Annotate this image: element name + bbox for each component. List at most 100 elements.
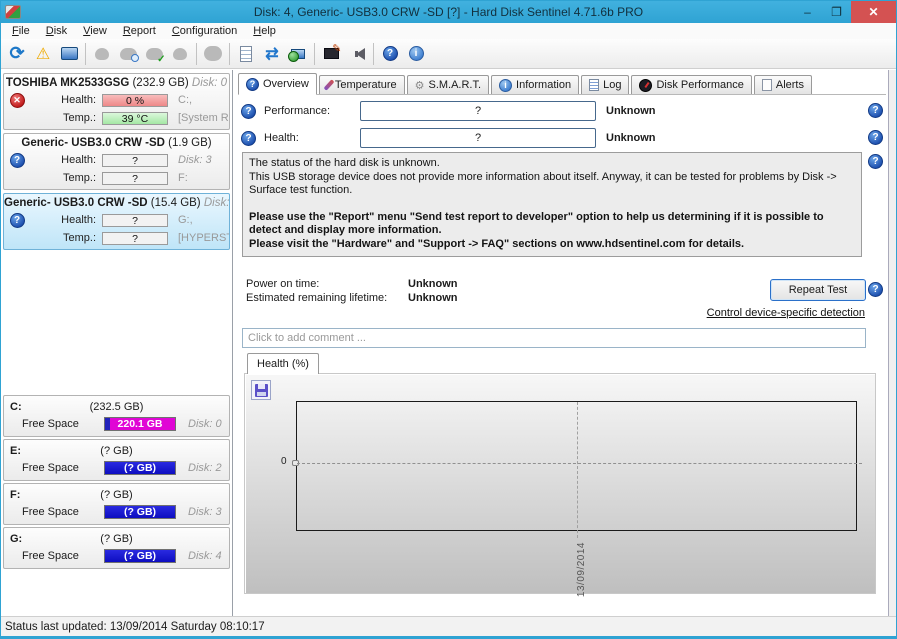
chart-tab-health[interactable]: Health (%) bbox=[247, 353, 319, 374]
save-chart-button[interactable] bbox=[251, 380, 271, 400]
drive-panel-f[interactable]: F: (? GB) Free Space (? GB) Disk: 3 bbox=[3, 483, 230, 525]
disk-unknown-icon bbox=[10, 153, 25, 168]
free-space-label: Free Space bbox=[22, 506, 104, 518]
menubar: File Disk View Report Configuration Help bbox=[1, 23, 896, 39]
disk-overview-icon[interactable] bbox=[56, 41, 82, 67]
temp-bar: ? bbox=[102, 232, 168, 245]
health-label: Health: bbox=[30, 214, 102, 226]
report-icon[interactable] bbox=[233, 41, 259, 67]
disk-sidebar: TOSHIBA MK2533GSG (232.9 GB) Disk: 0 Hea… bbox=[1, 70, 233, 616]
menu-file[interactable]: File bbox=[4, 23, 38, 39]
overview-icon bbox=[246, 78, 259, 91]
tab-temperature[interactable]: Temperature bbox=[319, 75, 405, 94]
app-window: Disk: 4, Generic- USB3.0 CRW -SD [?] - H… bbox=[0, 0, 897, 639]
health-bar: 0 % bbox=[102, 94, 168, 107]
drive-size: (? GB) bbox=[100, 531, 132, 547]
free-space-bar: (? GB) bbox=[104, 505, 176, 519]
repeat-test-help-icon[interactable] bbox=[868, 282, 883, 297]
sync-icon[interactable]: ⇄ bbox=[259, 41, 285, 67]
free-space-label: Free Space bbox=[22, 418, 104, 430]
titlebar: Disk: 4, Generic- USB3.0 CRW -SD [?] - H… bbox=[1, 1, 896, 23]
device-detection-link[interactable]: Control device-specific detection bbox=[707, 307, 865, 319]
drive-size: (? GB) bbox=[100, 487, 132, 503]
free-space-bar: 220.1 GB bbox=[104, 417, 176, 431]
health-help-icon[interactable] bbox=[241, 131, 256, 146]
health-status: Unknown bbox=[606, 132, 656, 144]
disk-error-icon bbox=[10, 93, 25, 108]
drive-letters: F: bbox=[172, 172, 229, 184]
network-icon[interactable] bbox=[285, 41, 311, 67]
thermometer-icon bbox=[323, 79, 334, 91]
temp-bar: 39 °C bbox=[102, 112, 168, 125]
menu-report[interactable]: Report bbox=[115, 23, 164, 39]
info-icon[interactable] bbox=[403, 41, 429, 67]
detect-disk-icon[interactable] bbox=[167, 41, 193, 67]
performance-label: Performance: bbox=[256, 105, 360, 117]
drive-panel-g[interactable]: G: (? GB) Free Space (? GB) Disk: 4 bbox=[3, 527, 230, 569]
health-value-box: ? bbox=[360, 128, 596, 148]
menu-help[interactable]: Help bbox=[245, 23, 284, 39]
tab-information[interactable]: Information bbox=[491, 75, 579, 94]
disk-ok-icon[interactable]: ✓ bbox=[141, 41, 167, 67]
drive-letter: C: bbox=[10, 399, 90, 415]
lifetime-value: Unknown bbox=[408, 292, 458, 304]
drive-size: (? GB) bbox=[100, 443, 132, 459]
performance-help-icon-right[interactable] bbox=[868, 103, 883, 118]
status-help-icon[interactable] bbox=[868, 154, 883, 169]
disk-schedule-icon[interactable] bbox=[115, 41, 141, 67]
power-on-value: Unknown bbox=[408, 278, 458, 290]
date-gridline bbox=[577, 402, 578, 538]
temp-bar: ? bbox=[102, 172, 168, 185]
performance-help-icon[interactable] bbox=[241, 104, 256, 119]
device-icon[interactable] bbox=[200, 41, 226, 67]
menu-configuration[interactable]: Configuration bbox=[164, 23, 245, 39]
scan-disk-icon[interactable] bbox=[89, 41, 115, 67]
drive-letter: E: bbox=[10, 443, 100, 459]
tab-alerts[interactable]: Alerts bbox=[754, 75, 812, 94]
drive-letters: G:, bbox=[172, 214, 229, 226]
lifetime-label: Estimated remaining lifetime: bbox=[246, 292, 406, 304]
disk-number: Disk: 3 bbox=[172, 154, 229, 166]
status-line: The status of the hard disk is unknown. bbox=[249, 157, 855, 171]
health-bar: ? bbox=[102, 154, 168, 167]
surface-test-icon[interactable] bbox=[318, 41, 344, 67]
window-edge bbox=[889, 70, 896, 616]
main-panel: Overview Temperature ⚙ S.M.A.R.T. Inform… bbox=[233, 70, 889, 616]
floppy-icon bbox=[255, 384, 268, 397]
sound-icon[interactable] bbox=[344, 41, 370, 67]
health-help-icon-right[interactable] bbox=[868, 130, 883, 145]
volume-label: [HYPERSTON bbox=[172, 232, 229, 244]
tab-overview[interactable]: Overview bbox=[238, 73, 317, 95]
smart-icon: ⚙ bbox=[415, 79, 425, 92]
repeat-test-button[interactable]: Repeat Test bbox=[770, 279, 866, 301]
tab-log[interactable]: Log bbox=[581, 75, 629, 94]
temp-label: Temp.: bbox=[30, 112, 102, 124]
close-button[interactable]: ✕ bbox=[851, 1, 896, 23]
gauge-icon bbox=[639, 79, 652, 92]
comment-input[interactable] bbox=[242, 328, 866, 348]
toolbar: ⟳ ⚠ ✓ ⇄ bbox=[1, 39, 896, 69]
zero-gridline bbox=[297, 463, 862, 464]
tab-disk-performance[interactable]: Disk Performance bbox=[631, 75, 751, 94]
disk-panel-toshiba[interactable]: TOSHIBA MK2533GSG (232.9 GB) Disk: 0 Hea… bbox=[3, 73, 230, 130]
drive-panel-e[interactable]: E: (? GB) Free Space (? GB) Disk: 2 bbox=[3, 439, 230, 481]
minimize-button[interactable]: – bbox=[793, 1, 822, 23]
alert-icon[interactable]: ⚠ bbox=[30, 41, 56, 67]
help-icon[interactable] bbox=[377, 41, 403, 67]
menu-view[interactable]: View bbox=[75, 23, 115, 39]
disk-panel-usb-1[interactable]: Generic- USB3.0 CRW -SD (1.9 GB) Health:… bbox=[3, 133, 230, 190]
statusbar: Status last updated: 13/09/2014 Saturday… bbox=[1, 616, 896, 638]
tab-smart[interactable]: ⚙ S.M.A.R.T. bbox=[407, 75, 489, 94]
drive-panel-c[interactable]: C: (232.5 GB) Free Space 220.1 GB Disk: … bbox=[3, 395, 230, 437]
window-title: Disk: 4, Generic- USB3.0 CRW -SD [?] - H… bbox=[1, 5, 896, 19]
disk-panel-usb-2-selected[interactable]: Generic- USB3.0 CRW -SD (15.4 GB) Disk: … bbox=[3, 193, 230, 250]
refresh-icon[interactable]: ⟳ bbox=[4, 41, 30, 67]
restore-button[interactable]: ❐ bbox=[822, 1, 851, 23]
status-line: This USB storage device does not provide… bbox=[249, 171, 855, 198]
drive-letters: C:, bbox=[172, 94, 229, 106]
health-label: Health: bbox=[30, 94, 102, 106]
menu-disk[interactable]: Disk bbox=[38, 23, 75, 39]
y-axis-tick: 0 bbox=[281, 456, 287, 467]
free-space-bar: (? GB) bbox=[104, 461, 176, 475]
drive-size: (232.5 GB) bbox=[90, 399, 144, 415]
